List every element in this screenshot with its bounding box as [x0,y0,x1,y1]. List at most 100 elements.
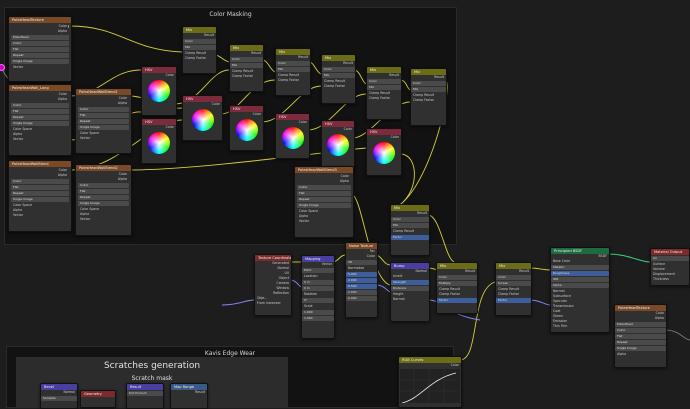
extension-select[interactable]: Repeat [11,115,69,120]
metallic-field[interactable]: Metallic [551,265,609,270]
rgb-curves-node[interactable]: RGB Curves Color [398,356,462,408]
bevel-node[interactable]: Bevel Normal Samples [40,383,78,409]
data-type-select[interactable]: Color [411,81,446,86]
blend-mode-select[interactable]: Mix [230,63,263,68]
blend-mode-select[interactable]: Mix [276,67,310,72]
location-y-field[interactable]: 0 m [302,286,334,291]
data-type-select[interactable]: Color [367,79,401,84]
image-texture-node[interactable]: PolesHeadWallBlend1 Color Alpha Cubic Fl… [75,88,132,154]
color-wheel[interactable] [148,80,170,102]
blend-mode-select[interactable]: Mix [391,223,429,228]
hsv-node[interactable]: HSV Color [321,120,355,168]
mix-node[interactable]: Mix Result Color Mix Clamp Result Clamp … [410,68,447,126]
source-select[interactable]: Single Image [615,346,666,351]
projection-select[interactable]: Flat [11,109,69,114]
curve-editor[interactable] [400,369,460,404]
color-wheel[interactable] [327,134,349,156]
thin-film-panel[interactable]: Thin Film [551,324,609,329]
factor-field[interactable]: Factor [496,298,531,303]
from-instancer-checkbox[interactable]: From Instancer [255,301,291,306]
node-editor-canvas[interactable]: Color Masking Kavis Edge Wear Scratches … [0,0,690,409]
blend-mode-select[interactable]: Multiply [437,281,477,286]
data-type-select[interactable]: Color [230,57,263,62]
blend-mode-select[interactable]: Mix [322,73,355,78]
color-wheel[interactable] [235,119,258,141]
blend-mode-select[interactable]: Mix [183,45,216,50]
projection-select[interactable]: Flat [297,191,351,196]
color-wheel[interactable] [373,142,395,164]
target-select[interactable]: All [651,256,689,261]
invert-checkbox[interactable]: Invert [391,274,429,279]
clamp-factor-checkbox[interactable]: Clamp Factor [276,78,310,83]
mix-node[interactable]: Mix Result Color Screen Clamp Result Cla… [495,262,532,316]
noise-texture-node[interactable]: Noise Texture Fac Color 3D Normalize 5.0… [345,242,378,318]
bump-node[interactable]: Bump Normal Invert Strength Distance Hei… [390,262,430,322]
mix-node[interactable]: Mix Result Color Multiply Clamp Result C… [436,262,478,314]
source-select[interactable]: Single Image [11,121,69,126]
scale-x-field[interactable]: 1.000 [302,310,334,315]
projection-select[interactable]: Flat [78,189,129,194]
source-select[interactable]: Single Image [78,125,129,130]
image-texture-node[interactable]: PolesHeadTexture Color Alpha PolesHead C… [8,16,72,82]
source-select[interactable]: Single Image [11,197,69,202]
interpolation-select[interactable]: Cubic [78,107,129,112]
color-wheel[interactable] [191,109,214,131]
material-output-node[interactable]: Material Output All Surface Volume Displ… [650,248,690,286]
geometry-node[interactable]: Geometry [80,390,116,408]
image-texture-node[interactable]: PolesHeadWallBlend2 Color Alpha Cubic Fl… [75,164,132,236]
extension-select[interactable]: Repeat [78,195,129,200]
distortion-field[interactable]: 0.000 [346,296,377,301]
type-select[interactable]: Point [302,268,334,273]
interpolation-select[interactable]: Cubic [11,103,69,108]
distance-field[interactable]: Distance [391,286,429,291]
texture-coordinate-node[interactable]: Texture Coordinate Generated Normal UV O… [254,254,292,316]
hsv-node[interactable]: HSV Color [275,113,310,159]
map-range-node[interactable]: Map Range Result [170,383,208,409]
mix-node[interactable]: Mix Result Color Mix Clamp Result Clamp … [182,26,217,74]
image-texture-node[interactable]: PolesHeadTexture Color Alpha PolesHead C… [614,304,667,368]
roughness-field[interactable]: Roughness [551,271,609,276]
hsv-node[interactable]: HSV Color [141,66,177,116]
projection-select[interactable]: Flat [11,185,69,190]
lacunarity-field[interactable]: 2.000 [346,290,377,295]
clamp-factor-checkbox[interactable]: Clamp Factor [411,98,446,103]
principled-bsdf-node[interactable]: Principled BSDF BSDF Base Color Metallic… [550,247,610,333]
hsv-node[interactable]: HSV Color [229,105,264,151]
image-selector[interactable]: PolesHead [615,322,666,327]
extension-select[interactable]: Repeat [11,53,69,58]
dimensions-select[interactable]: 3D [346,260,377,265]
dot-product-node[interactable]: Result Dot Product [126,383,164,409]
mix-node[interactable]: Mix Result Color Mix Clamp Result Factor [390,204,430,256]
projection-select[interactable]: Flat [615,334,666,339]
projection-select[interactable]: Flat [11,47,69,52]
data-type-select[interactable]: Color [391,217,429,222]
mapping-node[interactable]: Mapping Vector Point Location 0 m 0 m Ro… [301,255,335,339]
data-type-select[interactable]: Color [322,67,355,72]
interpolation-select[interactable]: Cubic [297,185,351,190]
blend-mode-select[interactable]: Screen [496,281,531,286]
clamp-factor-checkbox[interactable]: Clamp Factor [437,292,477,297]
data-type-select[interactable]: Color [437,275,477,280]
clamp-factor-checkbox[interactable]: Clamp Factor [322,84,355,89]
hsv-node[interactable]: HSV Color [366,128,402,176]
image-texture-node[interactable]: PolesHeadWallBlend3 Color Alpha Cubic Fl… [294,166,354,238]
blend-mode-select[interactable]: Mix [411,87,446,92]
rotation-x-field[interactable]: 0° [302,298,334,303]
data-type-select[interactable]: Color [276,61,310,66]
operation-select[interactable]: Dot Product [127,391,163,396]
mix-node[interactable]: Mix Result Color Mix Clamp Result Clamp … [366,66,402,120]
normalize-checkbox[interactable]: Normalize [346,266,377,271]
samples-field[interactable]: Samples [41,396,77,401]
interpolation-select[interactable]: Cubic [78,183,129,188]
hsv-node[interactable]: HSV Color [141,118,177,164]
alpha-field[interactable]: Alpha [551,283,609,288]
data-type-select[interactable]: Color [183,39,216,44]
color-wheel[interactable] [148,132,170,154]
extension-select[interactable]: Repeat [297,197,351,202]
source-select[interactable]: Single Image [11,59,69,64]
ior-field[interactable]: IOR [551,277,609,282]
clamp-factor-checkbox[interactable]: Clamp Factor [496,292,531,297]
strength-field[interactable]: Strength [391,280,429,285]
hsv-node[interactable]: HSV Color [182,95,223,141]
detail-field[interactable]: 2.000 [346,278,377,283]
